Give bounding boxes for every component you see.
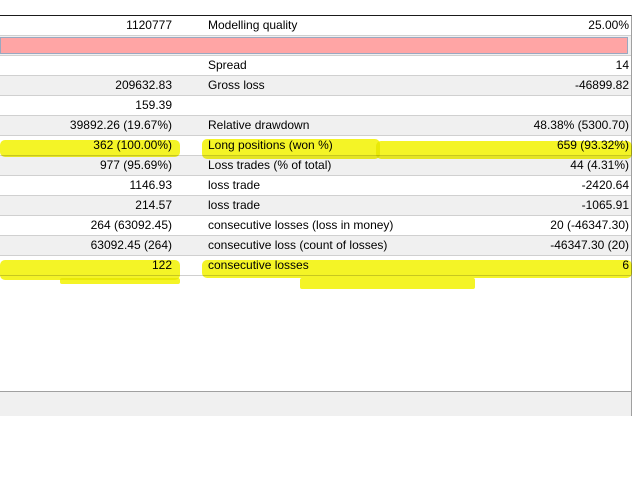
- maximal-consecutive-loss-label: consecutive loss (count of losses): [208, 238, 388, 252]
- average-consecutive-losses-label: consecutive losses: [208, 258, 309, 272]
- table-row-relative-drawdown: 39892.26 (19.67%) Relative drawdown 48.3…: [0, 116, 631, 136]
- loss-trades-label: Loss trades (% of total): [208, 158, 332, 172]
- average-loss-trade-label: loss trade: [208, 198, 261, 212]
- max-consecutive-losses-label: consecutive losses (loss in money): [208, 218, 394, 232]
- report-empty-area: [0, 276, 631, 391]
- relative-drawdown-label: Relative drawdown: [208, 118, 310, 132]
- average-consecutive-losses-value: 6: [622, 258, 629, 272]
- bars-value: 1120777: [126, 18, 172, 32]
- largest-profit-trade-value: 1146.93: [129, 178, 173, 192]
- maximal-consecutive-profit-value: 63092.45 (264): [90, 238, 172, 252]
- table-row-average-consecutive-losses: 122 consecutive losses 6: [0, 256, 631, 276]
- gross-loss-label: Gross loss: [208, 78, 265, 92]
- screenshot-viewport: 1120777 Modelling quality 25.00% Spread …: [0, 0, 640, 480]
- table-row-mismatched-errors: [0, 36, 631, 56]
- largest-loss-trade-value: -2420.64: [581, 178, 629, 192]
- table-row-spread: Spread 14: [0, 56, 631, 76]
- relative-drawdown-value: 48.38% (5300.70): [533, 118, 629, 132]
- long-positions-label: Long positions (won %): [208, 138, 333, 152]
- spread-value: 14: [615, 58, 629, 72]
- table-row-maximal-consecutive-loss: 63092.45 (264) consecutive loss (count o…: [0, 236, 631, 256]
- table-row-long-positions: 362 (100.00%) Long positions (won %) 659…: [0, 136, 631, 156]
- error-highlight-bar: [0, 37, 628, 54]
- average-consecutive-wins-value: 122: [151, 258, 172, 272]
- largest-loss-trade-label: loss trade: [208, 178, 261, 192]
- expected-payoff-value: 159.39: [135, 98, 172, 112]
- table-row-average-loss-trade: 214.57 loss trade -1065.91: [0, 196, 631, 216]
- gross-loss-value: -46899.82: [574, 78, 629, 92]
- table-row-modelling-quality: 1120777 Modelling quality 25.00%: [0, 16, 631, 36]
- modelling-quality-label: Modelling quality: [208, 18, 298, 32]
- average-profit-trade-value: 214.57: [135, 198, 172, 212]
- report-table: 1120777 Modelling quality 25.00% Spread …: [0, 16, 631, 276]
- maximal-drawdown-value: 39892.26 (19.67%): [69, 118, 172, 132]
- table-row-gross-loss: 209632.83 Gross loss -46899.82: [0, 76, 631, 96]
- table-row-expected-payoff: 159.39: [0, 96, 631, 116]
- max-consecutive-wins-value: 264 (63092.45): [90, 218, 172, 232]
- spread-label: Spread: [208, 58, 247, 72]
- report-footer-bar: [0, 391, 631, 416]
- maximal-consecutive-loss-value: -46347.30 (20): [550, 238, 629, 252]
- long-positions-value: 659 (93.32%): [556, 138, 629, 152]
- modelling-quality-value: 25.00%: [588, 18, 629, 32]
- table-row-largest-loss-trade: 1146.93 loss trade -2420.64: [0, 176, 631, 196]
- table-row-max-consecutive-losses: 264 (63092.45) consecutive losses (loss …: [0, 216, 631, 236]
- average-loss-trade-value: -1065.91: [581, 198, 629, 212]
- gross-profit-value: 209632.83: [115, 78, 172, 92]
- profit-trades-value: 977 (95.69%): [99, 158, 172, 172]
- short-positions-value: 362 (100.00%): [93, 138, 172, 152]
- strategy-report-panel: 1120777 Modelling quality 25.00% Spread …: [0, 15, 632, 416]
- table-row-loss-trades: 977 (95.69%) Loss trades (% of total) 44…: [0, 156, 631, 176]
- max-consecutive-losses-value: 20 (-46347.30): [550, 218, 629, 232]
- initial-deposit-value: [0, 56, 172, 75]
- loss-trades-value: 44 (4.31%): [570, 158, 629, 172]
